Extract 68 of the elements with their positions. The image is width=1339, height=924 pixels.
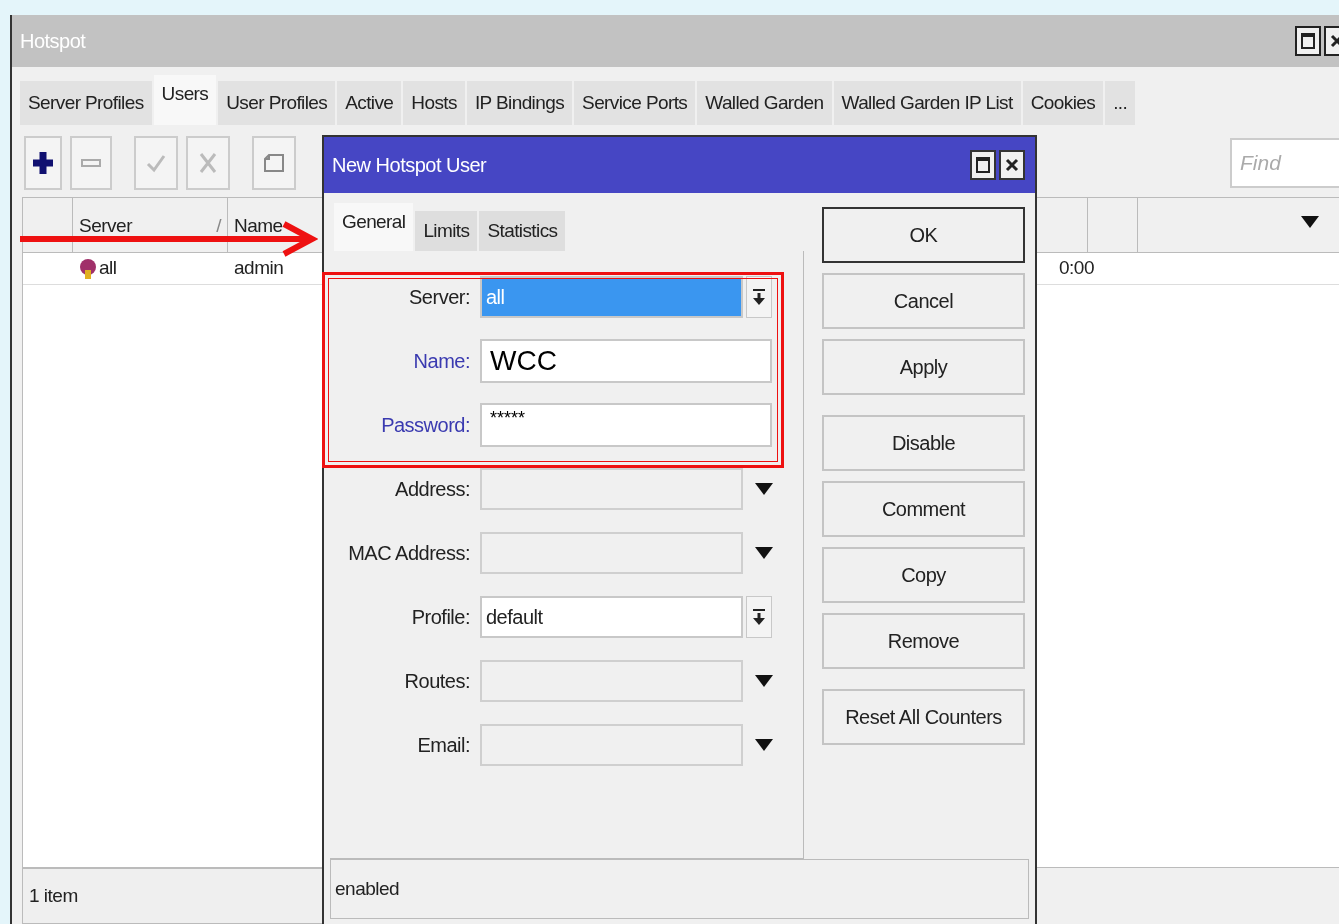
note-icon (263, 153, 285, 173)
caret-icon[interactable] (755, 675, 773, 687)
tab[interactable]: Active (337, 81, 402, 125)
table-cell-text: admin (233, 256, 285, 281)
window-title: Hotspot (20, 29, 86, 54)
status-text: enabled (334, 876, 401, 901)
tab[interactable]: ... (1105, 81, 1136, 125)
dialog-button[interactable]: Copy (822, 547, 1025, 603)
field-label: Password: (380, 413, 471, 438)
dialog-button[interactable]: Comment (822, 481, 1025, 537)
x-icon (199, 152, 217, 174)
input-field[interactable] (480, 660, 743, 702)
comment-button[interactable] (252, 136, 296, 190)
tab[interactable]: Limits (415, 211, 478, 251)
field-label: MAC Address: (347, 541, 471, 566)
drop-down-icon (752, 288, 766, 306)
table-cell: all (73, 254, 228, 283)
maximize-button[interactable] (970, 150, 996, 180)
tab[interactable]: Walled Garden (697, 81, 832, 125)
dialog-button[interactable]: Disable (822, 415, 1025, 471)
caret-icon[interactable] (1301, 216, 1319, 228)
dialog-title: New Hotspot User (332, 153, 487, 178)
dialog-button[interactable]: Reset All Counters (822, 689, 1025, 745)
tab[interactable]: Walled Garden IP List (833, 81, 1021, 125)
dialog-button[interactable]: Cancel (822, 273, 1025, 329)
input-field[interactable] (480, 532, 743, 574)
status-text: 1 item (28, 883, 79, 908)
input-field[interactable] (480, 724, 743, 766)
caret-icon[interactable] (755, 483, 773, 495)
dynamic-icon (79, 257, 97, 280)
maximize-button[interactable] (1295, 26, 1321, 56)
caret-icon[interactable] (755, 547, 773, 559)
dialog-button[interactable]: Apply (822, 339, 1025, 395)
select-field[interactable]: default (480, 596, 743, 638)
field-label: Server: (408, 285, 471, 310)
maximize-icon (976, 157, 990, 173)
maximize-icon (1301, 33, 1315, 49)
add-button[interactable] (24, 136, 62, 190)
drop-down-button[interactable] (746, 276, 772, 318)
minus-icon (81, 159, 101, 167)
tab[interactable]: Cookies (1022, 81, 1104, 125)
dialog-button[interactable]: OK (822, 207, 1025, 263)
tab[interactable]: Server Profiles (20, 81, 152, 125)
drop-down-icon (752, 608, 766, 626)
input-field[interactable] (480, 468, 743, 510)
field-label: Routes: (403, 669, 471, 694)
tab[interactable]: Statistics (479, 211, 566, 251)
caret-icon[interactable] (755, 739, 773, 751)
field-label: Address: (394, 477, 471, 502)
tab[interactable]: Hosts (403, 81, 465, 125)
close-icon (1005, 158, 1019, 172)
tab[interactable]: Service Ports (574, 81, 696, 125)
dialog-button[interactable]: Remove (822, 613, 1025, 669)
plus-icon (32, 151, 54, 175)
table-cell-text: 0:00 (1058, 256, 1095, 281)
field-label: Name: (412, 349, 471, 374)
input-field[interactable]: ***** (480, 403, 772, 447)
field-label: Email: (416, 733, 471, 758)
tab[interactable]: User Profiles (218, 81, 336, 125)
close-button[interactable] (999, 150, 1025, 180)
drop-down-button[interactable] (746, 596, 772, 638)
field-label: Profile: (410, 605, 471, 630)
check-icon (146, 153, 166, 173)
tab[interactable]: Users (153, 75, 217, 125)
tab[interactable]: General (334, 203, 414, 251)
input-field[interactable]: WCC (480, 339, 772, 383)
tab[interactable]: IP Bindings (466, 81, 573, 125)
column-header[interactable]: Server / (73, 198, 228, 252)
